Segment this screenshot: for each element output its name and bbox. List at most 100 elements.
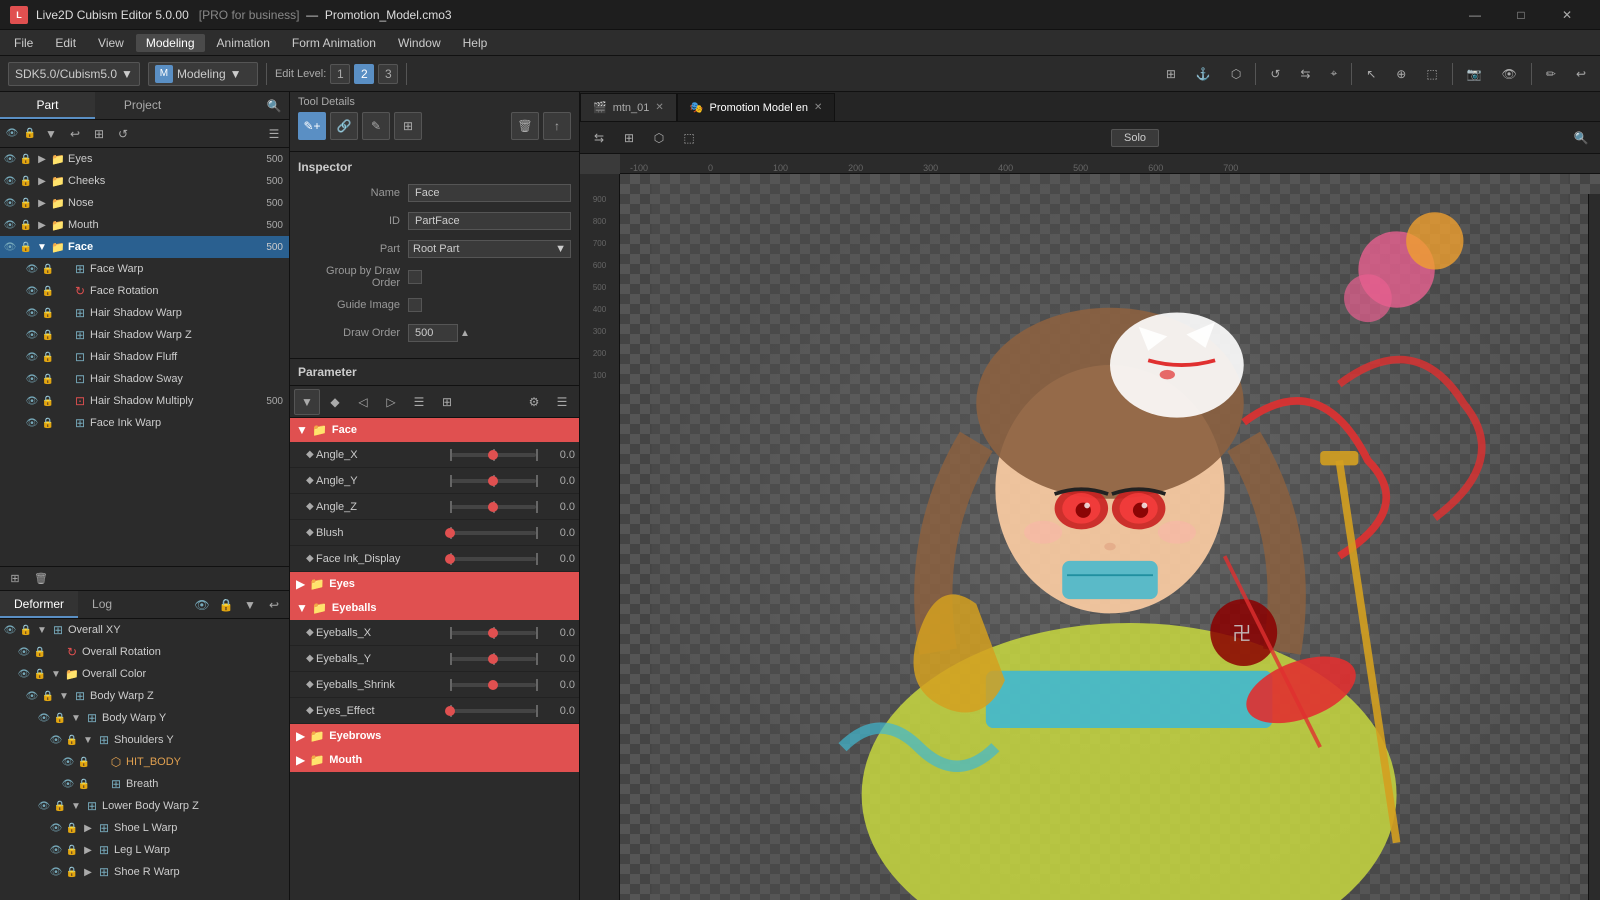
tb-btn-transform[interactable]: ⬚ bbox=[1420, 65, 1443, 83]
tree-item-hair-shadow-sway[interactable]: 👁 🔒 ⊡ Hair Shadow Sway bbox=[0, 368, 289, 390]
hsw-lock[interactable]: 🔒 bbox=[40, 305, 56, 321]
inspector-draworder-input[interactable] bbox=[408, 324, 458, 342]
draworder-stepper[interactable]: ▲ bbox=[460, 328, 470, 339]
tree-item-eyes[interactable]: 👁 🔒 ▶ 📁 Eyes 500 bbox=[0, 148, 289, 170]
fi-slider[interactable] bbox=[450, 557, 536, 561]
sy-lock[interactable]: 🔒 bbox=[64, 732, 80, 748]
hswz-lock[interactable]: 🔒 bbox=[40, 327, 56, 343]
edit-level-1[interactable]: 1 bbox=[330, 64, 350, 84]
ex-slider[interactable] bbox=[450, 631, 536, 635]
nose-visibility[interactable]: 👁 bbox=[2, 195, 18, 211]
oc-lock[interactable]: 🔒 bbox=[32, 666, 48, 682]
eyes-expand[interactable]: ▶ bbox=[34, 151, 50, 167]
tb-btn-mesh[interactable]: ⬡ bbox=[1225, 65, 1247, 83]
bwy-lock[interactable]: 🔒 bbox=[52, 710, 68, 726]
br-lock[interactable]: 🔒 bbox=[76, 776, 92, 792]
ee-slider[interactable] bbox=[450, 709, 536, 713]
td-btn-arrow[interactable]: ↑ bbox=[543, 112, 571, 140]
menu-help[interactable]: Help bbox=[453, 34, 498, 52]
llw-vis[interactable]: 👁 bbox=[48, 842, 64, 858]
refresh[interactable]: ↺ bbox=[112, 123, 134, 145]
hswz-vis[interactable]: 👁 bbox=[24, 327, 40, 343]
tab-log[interactable]: Log bbox=[78, 591, 126, 618]
def-shoulders-y[interactable]: 👁 🔒 ▼ ⊞ Shoulders Y bbox=[0, 729, 289, 751]
or-vis[interactable]: 👁 bbox=[16, 644, 32, 660]
cheeks-lock[interactable]: 🔒 bbox=[18, 173, 34, 189]
lbwz-vis[interactable]: 👁 bbox=[36, 798, 52, 814]
param-group-eyes[interactable]: ▶ 📁 Eyes bbox=[290, 572, 579, 596]
tb-btn-camera[interactable]: 📷 bbox=[1461, 65, 1488, 83]
edit-level-2[interactable]: 2 bbox=[354, 64, 374, 84]
inspector-id-input[interactable] bbox=[408, 212, 571, 230]
param-tb-keyframe[interactable]: ◆ bbox=[322, 389, 348, 415]
td-btn-edit[interactable]: ✎ bbox=[362, 112, 390, 140]
td-btn-grid[interactable]: ⊞ bbox=[394, 112, 422, 140]
ey-slider[interactable] bbox=[450, 657, 536, 661]
tree-item-hair-shadow-warp-z[interactable]: 👁 🔒 ⊞ Hair Shadow Warp Z bbox=[0, 324, 289, 346]
def-expand[interactable]: ▼ bbox=[239, 594, 261, 616]
face-warp-vis[interactable]: 👁 bbox=[24, 261, 40, 277]
def-body-warp-z[interactable]: 👁 🔒 ▼ ⊞ Body Warp Z bbox=[0, 685, 289, 707]
hsm-lock[interactable]: 🔒 bbox=[40, 393, 56, 409]
sy-vis[interactable]: 👁 bbox=[48, 732, 64, 748]
minimize-button[interactable]: — bbox=[1452, 0, 1498, 30]
hb-lock[interactable]: 🔒 bbox=[76, 754, 92, 770]
inspector-guide-checkbox[interactable] bbox=[408, 298, 422, 312]
srw-vis[interactable]: 👁 bbox=[48, 864, 64, 880]
hss-lock[interactable]: 🔒 bbox=[40, 371, 56, 387]
tree-item-nose[interactable]: 👁 🔒 ▶ 📁 Nose 500 bbox=[0, 192, 289, 214]
bwy-vis[interactable]: 👁 bbox=[36, 710, 52, 726]
def-vis[interactable]: 👁 bbox=[191, 594, 213, 616]
td-btn-link[interactable]: 🔗 bbox=[330, 112, 358, 140]
hsw-vis[interactable]: 👁 bbox=[24, 305, 40, 321]
inspector-group-checkbox[interactable] bbox=[408, 270, 422, 284]
param-group-eyebrows[interactable]: ▶ 📁 Eyebrows bbox=[290, 724, 579, 748]
llw-lock[interactable]: 🔒 bbox=[64, 842, 80, 858]
ctb-magnify[interactable]: 🔍 bbox=[1568, 125, 1594, 151]
mouth-visibility[interactable]: 👁 bbox=[2, 217, 18, 233]
def-hit-body[interactable]: 👁 🔒 ⬡ HIT_BODY bbox=[0, 751, 289, 773]
cheeks-visibility[interactable]: 👁 bbox=[2, 173, 18, 189]
tree-search[interactable]: 🔍 bbox=[263, 95, 285, 117]
canvas-tab-mtn01[interactable]: 🎬 mtn_01 ✕ bbox=[580, 93, 677, 121]
es-thumb[interactable] bbox=[488, 680, 498, 690]
inspector-name-input[interactable] bbox=[408, 184, 571, 202]
es-slider[interactable] bbox=[450, 683, 536, 687]
eyes-lock[interactable]: 🔒 bbox=[18, 151, 34, 167]
param-tb-more[interactable]: ☰ bbox=[549, 389, 575, 415]
az-thumb[interactable] bbox=[488, 502, 498, 512]
sort[interactable]: ⊞ bbox=[88, 123, 110, 145]
ax-thumb[interactable] bbox=[488, 450, 498, 460]
slw-expand[interactable]: ▶ bbox=[80, 820, 96, 836]
tab-deformer[interactable]: Deformer bbox=[0, 591, 78, 618]
promo-close[interactable]: ✕ bbox=[814, 102, 822, 113]
mode-dropdown[interactable]: M Modeling ▼ bbox=[148, 62, 258, 86]
menu-animation[interactable]: Animation bbox=[207, 34, 280, 52]
param-group-face[interactable]: ▼ 📁 Face bbox=[290, 418, 579, 442]
hsf-lock[interactable]: 🔒 bbox=[40, 349, 56, 365]
tb-btn-snap[interactable]: ⌖ bbox=[1324, 64, 1343, 83]
mouth-expand[interactable]: ▶ bbox=[34, 217, 50, 233]
vis-toggle[interactable]: 👁 bbox=[4, 126, 20, 142]
face-rot-lock[interactable]: 🔒 bbox=[40, 283, 56, 299]
canvas-area[interactable]: -100 0 100 200 300 400 500 600 700 900 8… bbox=[580, 154, 1600, 900]
face-warp-lock[interactable]: 🔒 bbox=[40, 261, 56, 277]
fi-thumb[interactable] bbox=[445, 554, 455, 564]
collapse-all[interactable]: ↩ bbox=[64, 123, 86, 145]
def-leg-l-warp[interactable]: 👁 🔒 ▶ ⊞ Leg L Warp bbox=[0, 839, 289, 861]
oxy-lock[interactable]: 🔒 bbox=[18, 622, 34, 638]
menu-file[interactable]: File bbox=[4, 34, 43, 52]
bwz-expand[interactable]: ▼ bbox=[56, 688, 72, 704]
tree-item-mouth[interactable]: 👁 🔒 ▶ 📁 Mouth 500 bbox=[0, 214, 289, 236]
close-button[interactable]: ✕ bbox=[1544, 0, 1590, 30]
face-expand[interactable]: ▼ bbox=[34, 239, 50, 255]
slw-vis[interactable]: 👁 bbox=[48, 820, 64, 836]
ex-thumb[interactable] bbox=[488, 628, 498, 638]
br-vis[interactable]: 👁 bbox=[60, 776, 76, 792]
def-arrow[interactable]: ↩ bbox=[263, 594, 285, 616]
hss-vis[interactable]: 👁 bbox=[24, 371, 40, 387]
lbwz-expand[interactable]: ▼ bbox=[68, 798, 84, 814]
sy-expand[interactable]: ▼ bbox=[80, 732, 96, 748]
tree-item-cheeks[interactable]: 👁 🔒 ▶ 📁 Cheeks 500 bbox=[0, 170, 289, 192]
def-overall-rotation[interactable]: 👁 🔒 ↻ Overall Rotation bbox=[0, 641, 289, 663]
